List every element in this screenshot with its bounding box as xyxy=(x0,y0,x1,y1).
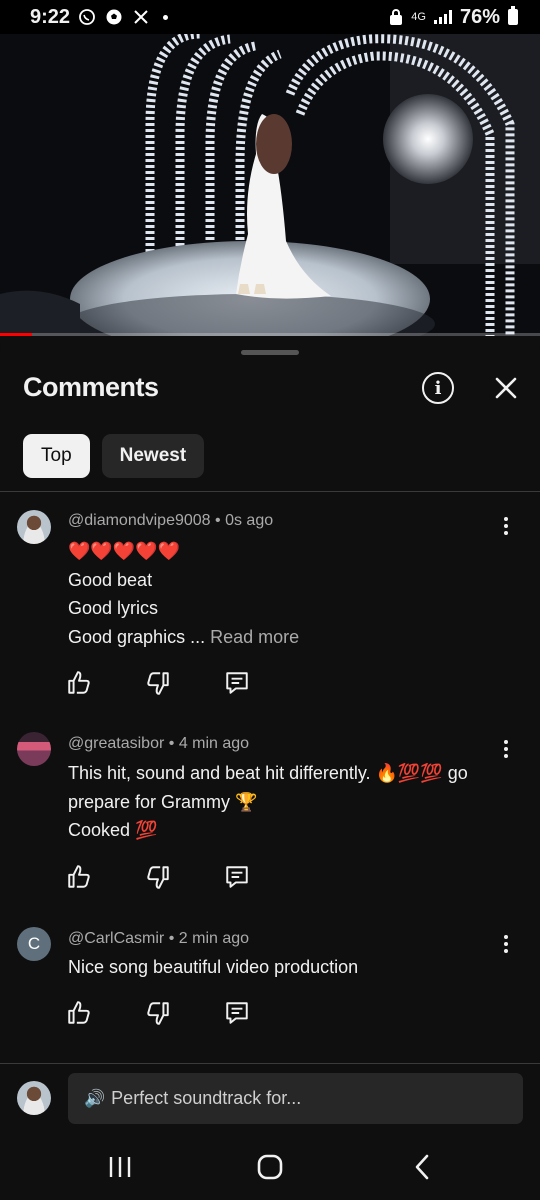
battery-percent: 76% xyxy=(459,5,500,28)
comment-meta: @greatasibor • 4 min ago xyxy=(68,735,249,753)
signal-icon xyxy=(433,10,452,24)
avatar[interactable] xyxy=(17,732,51,766)
home-button[interactable] xyxy=(256,1154,284,1180)
comment-actions xyxy=(66,998,303,1028)
comment-author[interactable]: @greatasibor xyxy=(68,735,164,752)
comment-author[interactable]: @CarlCasmir xyxy=(68,930,164,947)
like-button[interactable] xyxy=(66,998,145,1028)
thumbs-up-icon xyxy=(68,1001,90,1024)
comment-line: Good graphics ... xyxy=(68,626,206,647)
soccer-icon xyxy=(106,9,122,25)
comment-time: 4 min ago xyxy=(178,735,250,752)
back-button[interactable] xyxy=(408,1154,436,1180)
network-4g-icon: 4G xyxy=(411,11,426,23)
reply-button[interactable] xyxy=(224,668,303,698)
comment-line: prepare for Grammy 🏆 xyxy=(68,791,258,812)
comment-actions xyxy=(66,862,303,892)
reply-icon xyxy=(226,672,248,694)
recent-apps-icon xyxy=(109,1157,131,1177)
reply-icon xyxy=(226,866,248,888)
drag-handle[interactable] xyxy=(241,350,299,355)
composer-avatar xyxy=(17,1081,51,1115)
notification-icons xyxy=(78,8,169,26)
meta-separator: • xyxy=(168,930,175,947)
header-divider xyxy=(0,491,540,492)
thumbs-up-icon xyxy=(68,865,90,888)
thumbs-down-icon xyxy=(147,672,169,695)
comment-author[interactable]: @diamondvipe9008 xyxy=(68,512,211,529)
meta-separator: • xyxy=(168,735,175,752)
reply-button[interactable] xyxy=(224,862,303,892)
thumbs-down-icon xyxy=(147,1002,169,1025)
close-button[interactable] xyxy=(490,372,522,404)
read-more-link[interactable]: Read more xyxy=(210,627,299,647)
composer-divider xyxy=(0,1063,540,1064)
thumbs-up-icon xyxy=(68,671,90,694)
avatar[interactable] xyxy=(17,510,51,544)
comment-line: Nice song beautiful video production xyxy=(68,957,359,977)
dot-icon xyxy=(163,14,169,20)
close-icon xyxy=(495,377,517,399)
more-vert-icon xyxy=(504,517,508,535)
like-button[interactable] xyxy=(66,668,145,698)
comment-time: 2 min ago xyxy=(178,930,250,947)
dislike-button[interactable] xyxy=(145,862,224,892)
lock-icon xyxy=(390,9,403,25)
system-navigation-bar xyxy=(0,1134,540,1200)
reply-icon xyxy=(226,1002,248,1024)
like-button[interactable] xyxy=(66,862,145,892)
info-icon: i xyxy=(434,377,442,399)
more-options-button[interactable] xyxy=(496,512,516,540)
video-frame xyxy=(0,34,540,336)
comment-line: This hit, sound and beat hit differently… xyxy=(68,763,468,783)
info-button[interactable]: i xyxy=(422,372,454,404)
whatsapp-icon xyxy=(79,9,95,25)
back-icon xyxy=(415,1154,429,1180)
status-bar: 9:22 4G 76% xyxy=(0,0,540,34)
comment-meta: @diamondvipe9008 • 0s ago xyxy=(68,512,273,530)
avatar-letter: C xyxy=(27,934,41,953)
chip-top[interactable]: Top xyxy=(23,434,90,478)
comment-input-placeholder: Perfect soundtrack for... xyxy=(111,1088,302,1108)
more-vert-icon xyxy=(504,740,508,758)
comments-title: Comments xyxy=(23,372,159,402)
comment-line: Good beat xyxy=(68,569,153,590)
recent-apps-button[interactable] xyxy=(106,1154,134,1180)
dislike-button[interactable] xyxy=(145,998,224,1028)
comment-text: ❤️❤️❤️❤️❤️ Good beat Good lyrics Good gr… xyxy=(68,537,508,651)
status-time: 9:22 xyxy=(30,5,71,28)
comment-text: This hit, sound and beat hit differently… xyxy=(68,759,508,845)
comment-actions xyxy=(66,668,303,698)
comment-time: 0s ago xyxy=(225,512,274,529)
comment-line: Good lyrics xyxy=(68,598,159,618)
chip-newest[interactable]: Newest xyxy=(101,434,205,478)
speaker-icon: 🔊 xyxy=(84,1088,106,1108)
comment-line: Cooked 💯 xyxy=(68,820,158,840)
thumbs-down-icon xyxy=(147,866,169,889)
comment-line: ❤️❤️❤️❤️❤️ xyxy=(68,541,181,561)
battery-icon xyxy=(508,6,518,25)
home-icon xyxy=(257,1154,283,1180)
more-vert-icon xyxy=(504,935,508,953)
dislike-button[interactable] xyxy=(145,668,224,698)
comment-meta: @CarlCasmir • 2 min ago xyxy=(68,930,249,948)
comment-text: Nice song beautiful video production xyxy=(68,953,508,982)
x-icon xyxy=(134,10,148,24)
meta-separator: • xyxy=(215,512,221,529)
avatar[interactable]: C xyxy=(17,927,51,961)
sort-chips: Top Newest xyxy=(23,434,205,478)
video-player[interactable] xyxy=(0,34,540,336)
reply-button[interactable] xyxy=(224,998,303,1028)
comment-input[interactable]: 🔊 Perfect soundtrack for... xyxy=(68,1073,523,1124)
